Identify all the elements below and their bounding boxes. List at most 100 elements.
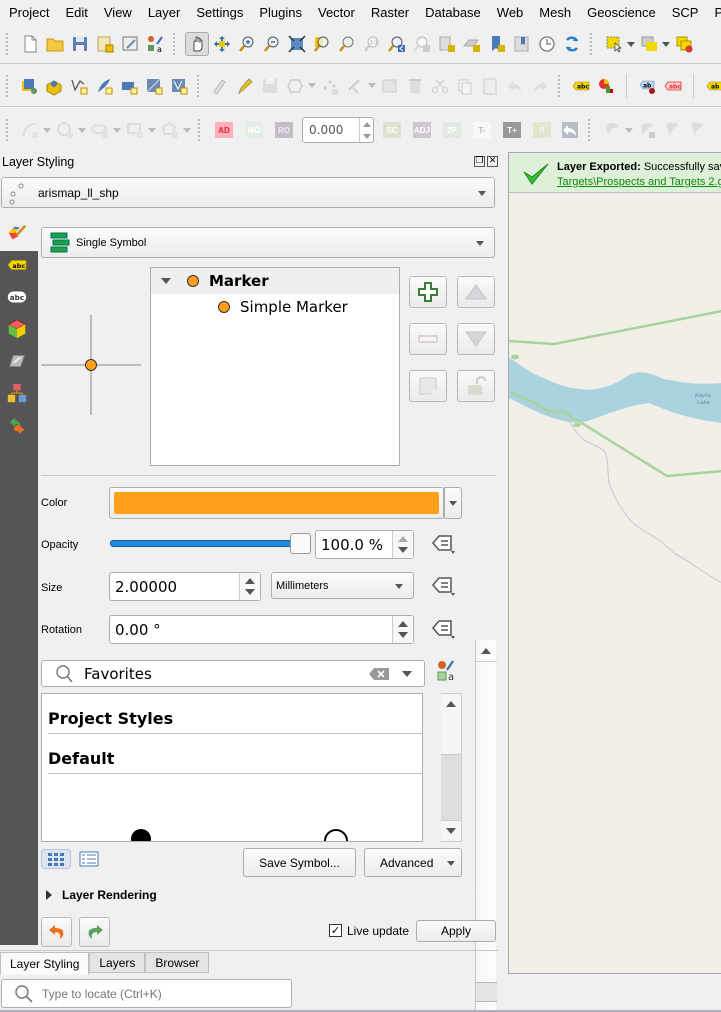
locator-input[interactable]	[42, 986, 282, 1001]
tree-row-marker[interactable]: Marker	[151, 268, 399, 294]
rotation-spinbox[interactable]: 0.00 °	[109, 615, 414, 644]
move-down-button[interactable]	[457, 323, 495, 355]
tolerance-spinbox[interactable]: 0.000	[302, 117, 374, 143]
duplicate-symbol-layer-button[interactable]	[409, 370, 447, 402]
menu-project[interactable]: Project	[0, 5, 56, 20]
menu-raster[interactable]: Raster	[362, 5, 416, 20]
tolerance-spin-arrows[interactable]	[359, 118, 373, 142]
show-hide-labels-icon[interactable]: abc	[661, 74, 685, 98]
scroll-down-icon[interactable]	[446, 828, 456, 834]
refresh-icon[interactable]	[560, 32, 584, 56]
zoom-in-icon[interactable]	[235, 32, 259, 56]
add-rectangle-icon[interactable]	[123, 118, 147, 142]
live-update-checkbox[interactable]: ✓	[329, 924, 342, 937]
undo-icon[interactable]	[503, 74, 527, 98]
save-layer-edits-icon[interactable]	[258, 74, 282, 98]
scp-tool-4-icon[interactable]	[685, 118, 709, 142]
cut-features-icon[interactable]	[428, 74, 452, 98]
toolbar-grip[interactable]	[6, 119, 9, 141]
digitize-polygon-icon[interactable]	[283, 74, 307, 98]
size-value[interactable]: 2.00000	[110, 578, 239, 596]
renderer-selector[interactable]: Single Symbol	[41, 227, 495, 258]
toolbar-grip[interactable]	[6, 74, 8, 97]
tree-row-simple-marker[interactable]: Simple Marker	[151, 294, 399, 320]
scp-tool-2-icon[interactable]	[635, 118, 659, 142]
style-manager-button[interactable]: a	[428, 658, 462, 684]
badge-t-plus[interactable]: T+	[503, 122, 521, 138]
data-defined-override-opacity[interactable]	[427, 531, 461, 557]
modify-attributes-icon[interactable]	[343, 74, 367, 98]
list-view-button[interactable]	[77, 850, 101, 868]
menu-settings[interactable]: Settings	[187, 5, 250, 20]
new-annotation-layer-icon[interactable]	[167, 74, 191, 98]
zoom-native-icon[interactable]: 1:1	[360, 32, 384, 56]
toolbar-grip[interactable]	[197, 74, 199, 97]
toolbar-grip[interactable]	[590, 33, 593, 55]
tolerance-value[interactable]: 0.000	[303, 123, 359, 137]
badge-ro[interactable]: RO	[275, 122, 293, 138]
layout-manager-icon[interactable]	[118, 32, 142, 56]
style-list-scrollbar[interactable]	[441, 693, 462, 842]
opacity-slider-handle[interactable]	[290, 533, 311, 554]
scp-tool-dropdown[interactable]	[624, 118, 634, 142]
scp-undo-icon[interactable]	[558, 118, 582, 142]
color-button[interactable]	[109, 487, 444, 519]
menu-processing[interactable]: Processing	[705, 5, 721, 20]
toolbar-grip[interactable]	[198, 119, 201, 141]
apply-button[interactable]: Apply	[416, 920, 496, 942]
badge-mo[interactable]: MO	[245, 122, 263, 138]
scroll-up-icon[interactable]	[481, 648, 491, 654]
scrollbar-thumb[interactable]	[476, 982, 497, 1002]
lock-layer-button[interactable]	[457, 370, 495, 402]
save-project-icon[interactable]	[68, 32, 92, 56]
rotation-value[interactable]: 0.00 °	[110, 621, 392, 639]
digitize-dropdown[interactable]	[307, 74, 317, 98]
ellipse-dropdown[interactable]	[112, 118, 122, 142]
toggle-editing-icon[interactable]	[233, 74, 257, 98]
tab-layers[interactable]: Layers	[89, 952, 146, 973]
menu-web[interactable]: Web	[488, 5, 531, 20]
modify-dropdown[interactable]	[367, 74, 377, 98]
scrollbar-thumb[interactable]	[441, 754, 461, 821]
remove-symbol-layer-button[interactable]	[409, 323, 447, 355]
size-spinbox[interactable]: 2.00000	[109, 572, 261, 601]
new-project-icon[interactable]	[18, 32, 42, 56]
message-link[interactable]: Targets\Prospects and Targets 2.gpkg	[557, 176, 721, 188]
badge-exclaim[interactable]: !!	[533, 122, 551, 138]
select-features-dropdown[interactable]	[626, 32, 636, 56]
icon-view-button[interactable]	[41, 849, 71, 869]
zoom-full-icon[interactable]	[285, 32, 309, 56]
new-shapefile-layer-icon[interactable]	[67, 74, 91, 98]
mesh-rendering-icon[interactable]	[5, 349, 29, 373]
clear-icon[interactable]	[368, 667, 390, 681]
scroll-up-icon[interactable]	[446, 701, 456, 707]
menu-geoscience[interactable]: Geoscience	[578, 5, 663, 20]
style-manager-icon[interactable]: a	[143, 32, 167, 56]
float-panel-icon[interactable]: ❐	[474, 156, 485, 167]
add-ellipse-icon[interactable]	[88, 118, 112, 142]
new-virtual-layer-icon[interactable]	[117, 74, 141, 98]
save-symbol-button[interactable]: Save Symbol...	[243, 848, 356, 877]
add-circle-icon[interactable]	[53, 118, 77, 142]
new-temporary-layer-icon[interactable]	[92, 74, 116, 98]
move-up-button[interactable]	[457, 276, 495, 308]
select-by-attribute-dropdown[interactable]	[661, 32, 671, 56]
toolbar-grip[interactable]	[588, 119, 591, 141]
layer-selector[interactable]: arismap_ll_shp	[1, 177, 495, 208]
new-mesh-layer-icon[interactable]	[142, 74, 166, 98]
menu-layer[interactable]: Layer	[139, 5, 188, 20]
new-print-layout-icon[interactable]	[93, 32, 117, 56]
data-defined-override-size[interactable]	[427, 573, 461, 599]
zoom-last-icon[interactable]	[385, 32, 409, 56]
toolbar-grip[interactable]	[173, 33, 176, 55]
labels-icon[interactable]: abc	[5, 253, 29, 277]
select-by-attribute-icon[interactable]	[637, 32, 661, 56]
pin-labels-icon[interactable]: ab	[636, 74, 660, 98]
layer-labeling-icon[interactable]: abc	[569, 74, 593, 98]
scp-tool-3-icon[interactable]	[660, 118, 684, 142]
menu-database[interactable]: Database	[416, 5, 488, 20]
redo-icon[interactable]	[528, 74, 552, 98]
map-canvas[interactable]: Kayta Lake Layer Exported: Successfully …	[508, 152, 721, 974]
opacity-slider-track[interactable]	[110, 540, 295, 547]
move-label-icon[interactable]: ab	[703, 74, 721, 98]
